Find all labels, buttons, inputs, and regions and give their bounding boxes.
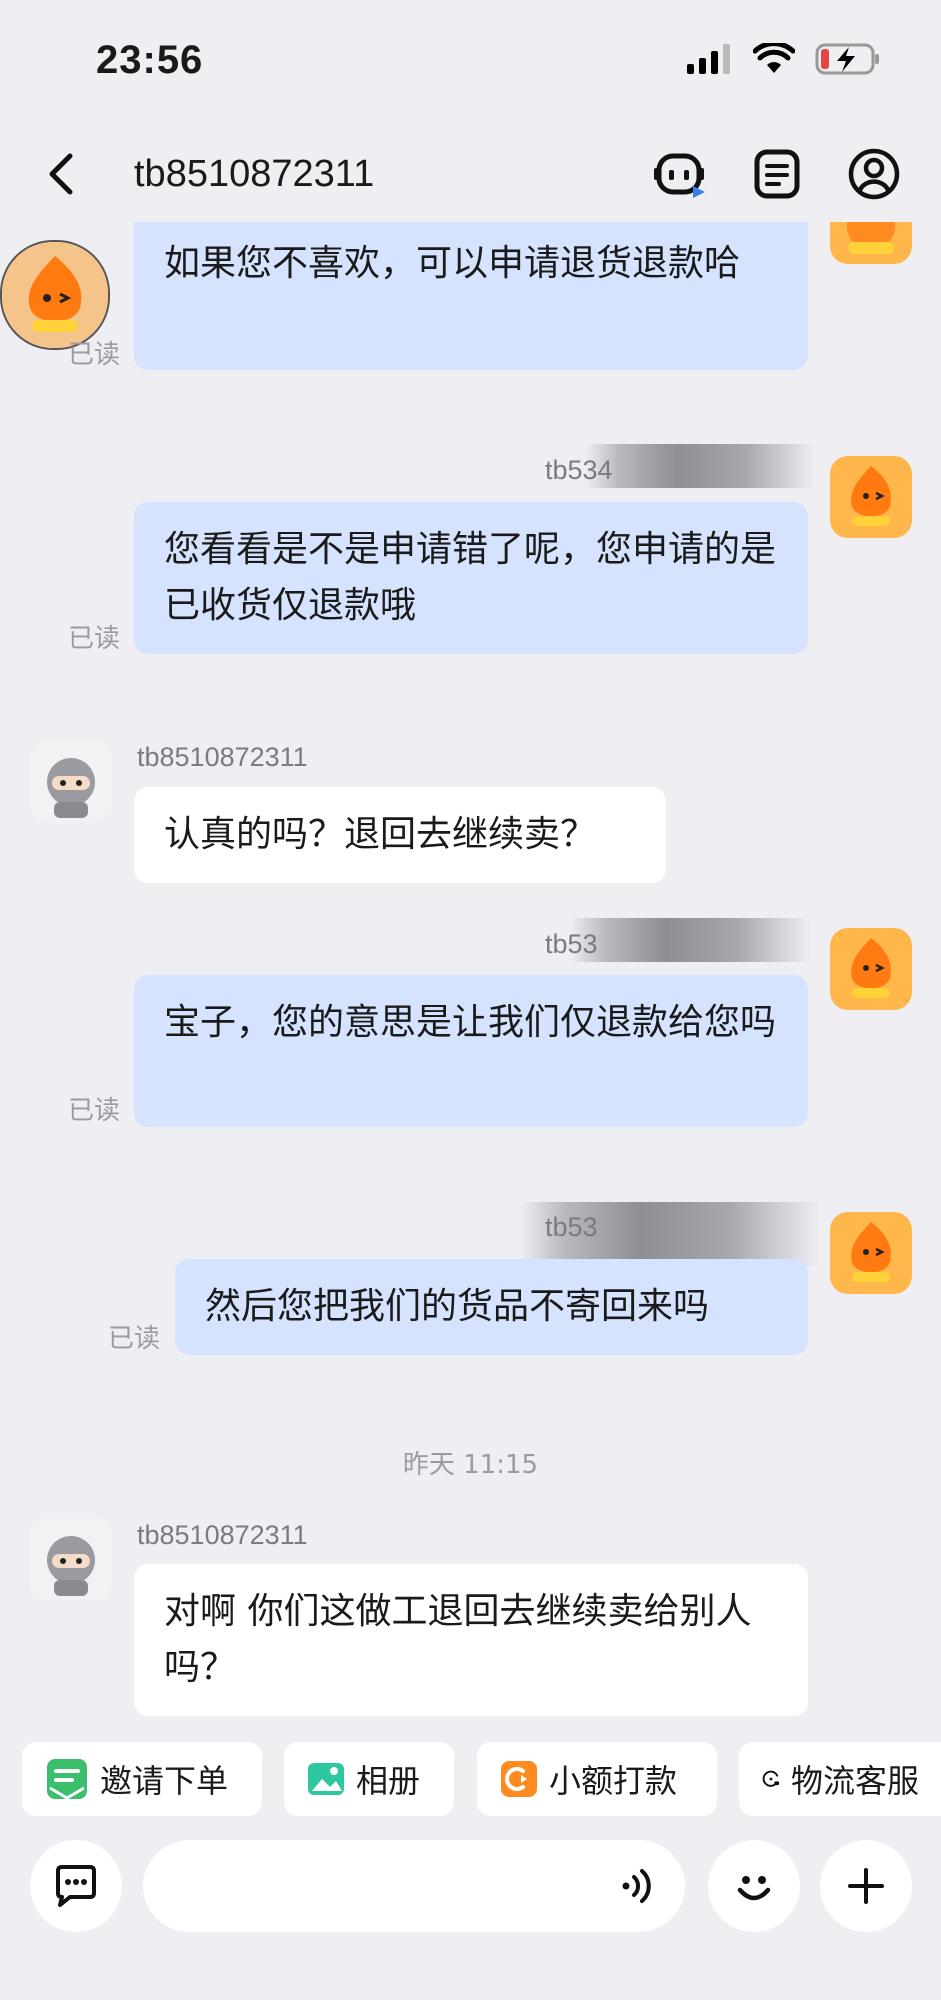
shop-avatar[interactable] xyxy=(830,1212,912,1294)
voice-wave-icon xyxy=(622,1869,651,1903)
chat-bubble-icon xyxy=(56,1865,96,1907)
status-bar: 23:56 xyxy=(0,0,941,120)
message-bubble[interactable]: 然后您把我们的货品不寄回来吗 xyxy=(175,1259,808,1355)
shop-avatar[interactable] xyxy=(830,222,912,264)
quick-reply-button[interactable] xyxy=(30,1840,122,1932)
chat-header: tb8510872311 xyxy=(0,120,941,230)
logistics-service-label: 物流客服 xyxy=(790,1762,919,1800)
small-payment-icon xyxy=(501,1761,537,1797)
document-icon xyxy=(754,149,800,199)
message-bubble[interactable]: 如果您不喜欢，可以申请退货退款哈 xyxy=(134,222,808,370)
album-button[interactable]: 相册 xyxy=(284,1742,454,1816)
robot-assistant-button[interactable] xyxy=(649,142,713,206)
message-bubble[interactable]: 认真的吗？退回去继续卖？ xyxy=(134,787,666,883)
redacted-sender-name xyxy=(585,444,815,488)
chevron-left-icon xyxy=(49,153,73,195)
sender-name: tb8510872311 xyxy=(137,742,308,772)
status-time: 23:56 xyxy=(96,38,204,82)
read-receipt: 已读 xyxy=(68,624,121,654)
read-receipt: 已读 xyxy=(68,1096,121,1126)
invite-order-icon xyxy=(47,1759,87,1800)
wifi-icon xyxy=(753,43,795,73)
mascot-avatar-icon xyxy=(2,242,108,348)
chat-title: tb8510872311 xyxy=(134,153,375,195)
message-list[interactable]: 已读 如果您不喜欢，可以申请退货退款哈 tb534 已读 您看看是不是申请错了呢… xyxy=(0,222,941,1717)
logistics-service-icon xyxy=(762,1770,780,1787)
mascot-avatar-icon xyxy=(830,928,912,1010)
message-bubble[interactable]: 对啊 你们这做工退回去继续卖给别人吗？ xyxy=(134,1564,808,1716)
quick-action-bar[interactable]: 邀请下单 相册 小额打款 物流客服 xyxy=(0,1718,941,1818)
album-icon xyxy=(308,1763,344,1795)
sender-name: tb8510872311 xyxy=(137,1520,308,1550)
time-separator: 昨天 11:15 xyxy=(402,1450,539,1480)
message-bubble[interactable]: 宝子，您的意思是让我们仅退款给您吗 xyxy=(134,975,808,1127)
customer-avatar[interactable] xyxy=(30,1518,112,1600)
album-label: 相册 xyxy=(356,1762,421,1800)
sender-name: tb53 xyxy=(545,929,598,959)
read-receipt: 已读 xyxy=(108,1324,161,1354)
smiley-icon xyxy=(737,1876,771,1901)
customer-avatar[interactable] xyxy=(30,740,112,822)
sender-name: tb53 xyxy=(545,1212,598,1242)
small-payment-button[interactable]: 小额打款 xyxy=(477,1742,717,1816)
mascot-avatar-icon xyxy=(830,222,912,264)
shop-avatar[interactable] xyxy=(830,456,912,538)
message-input[interactable] xyxy=(143,1840,685,1932)
more-options-button[interactable] xyxy=(820,1840,912,1932)
emoji-button[interactable] xyxy=(708,1840,800,1932)
profile-button[interactable] xyxy=(842,142,906,206)
ninja-avatar-icon xyxy=(30,740,112,822)
logistics-service-button[interactable]: 物流客服 xyxy=(739,1742,941,1816)
read-receipt: 已读 xyxy=(68,340,121,370)
battery-icon xyxy=(815,43,879,75)
mascot-avatar-icon xyxy=(830,456,912,538)
shop-avatar[interactable] xyxy=(830,928,912,1010)
invite-order-label: 邀请下单 xyxy=(100,1762,229,1800)
user-icon xyxy=(848,148,900,200)
mascot-avatar-icon xyxy=(830,1212,912,1294)
voice-input-button[interactable] xyxy=(620,1866,660,1906)
robot-icon xyxy=(654,153,705,198)
small-payment-label: 小额打款 xyxy=(549,1762,678,1800)
order-list-button[interactable] xyxy=(745,142,809,206)
ninja-avatar-icon xyxy=(30,1518,112,1600)
back-button[interactable] xyxy=(38,144,82,204)
input-bar xyxy=(0,1818,941,2000)
invite-order-button[interactable]: 邀请下单 xyxy=(22,1742,262,1816)
plus-icon xyxy=(848,1868,884,1904)
redacted-sender-name xyxy=(570,918,810,962)
signal-icon xyxy=(687,44,730,74)
status-icons xyxy=(687,42,881,76)
message-bubble[interactable]: 您看看是不是申请错了呢，您申请的是已收货仅退款哦 xyxy=(134,502,808,654)
sender-name: tb534 xyxy=(545,455,613,485)
